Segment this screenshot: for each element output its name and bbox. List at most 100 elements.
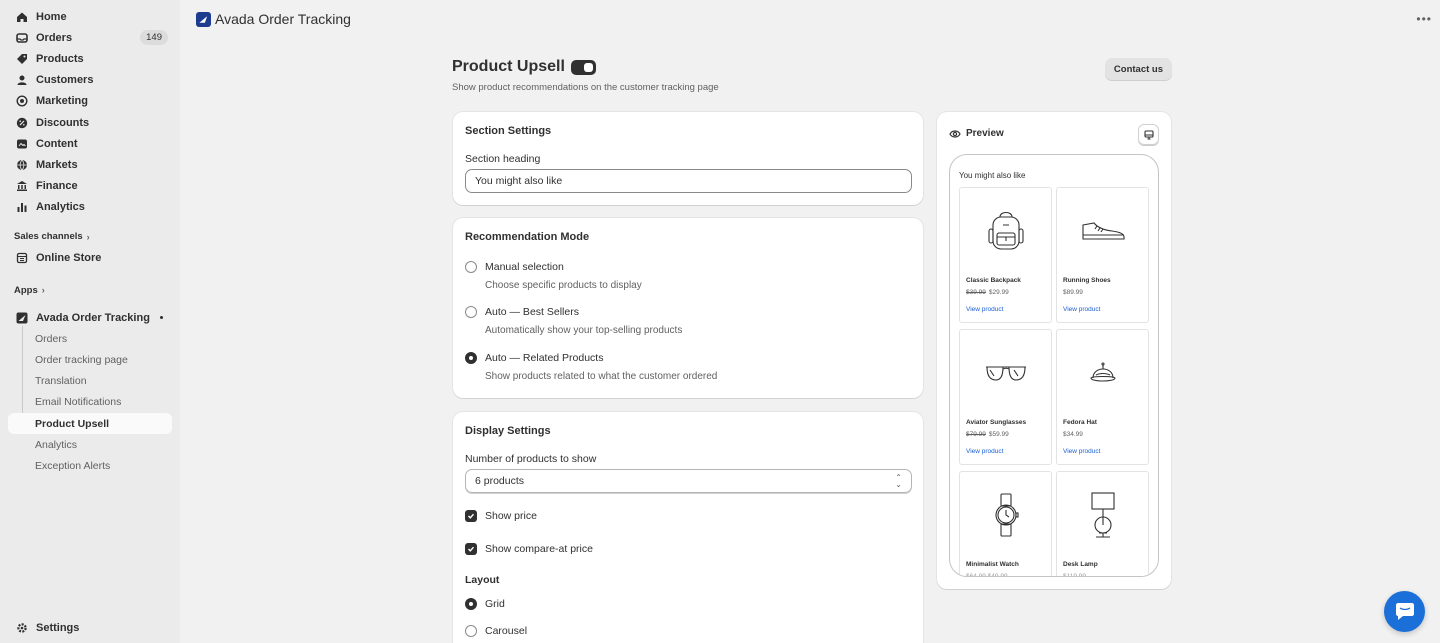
sidebar-item-orders[interactable]: Orders 149: [0, 27, 180, 48]
layout-label: Layout: [465, 574, 500, 586]
sidebar-item-markets[interactable]: Markets: [0, 154, 180, 175]
radio-button-selected[interactable]: [465, 352, 477, 364]
gear-icon: [16, 622, 28, 634]
mode-option-related[interactable]: Auto — Related Products Show products re…: [465, 352, 717, 382]
radio-button[interactable]: [465, 306, 477, 318]
product-name: Fedora Hat: [1063, 419, 1097, 426]
contact-us-button[interactable]: Contact us: [1104, 58, 1172, 81]
product-price-row: $34.99: [1063, 431, 1083, 438]
product-price: $29.99: [988, 289, 1009, 296]
sub-item-analytics[interactable]: Analytics: [0, 434, 180, 455]
option-help: Choose specific products to display: [485, 280, 642, 291]
store-icon: [16, 252, 28, 264]
apps-label: Apps: [14, 284, 38, 296]
more-actions-icon[interactable]: •••: [1416, 12, 1432, 26]
bar-chart-icon: [16, 201, 28, 213]
sidebar-item-home[interactable]: Home: [0, 6, 180, 27]
mode-option-manual[interactable]: Manual selection Choose specific product…: [465, 261, 642, 291]
sidebar: Home Orders 149 Products Customers Marke…: [0, 0, 180, 643]
sub-item-orders[interactable]: Orders: [0, 328, 180, 349]
sidebar-item-discounts[interactable]: Discounts: [0, 112, 180, 133]
sub-item-order-tracking-page[interactable]: Order tracking page: [0, 349, 180, 370]
app-status-dot: [160, 316, 163, 320]
watch-icon: [960, 472, 1051, 557]
sales-channels-label: Sales channels: [14, 231, 83, 243]
product-price: $59.99: [988, 431, 1009, 438]
orders-icon: [16, 32, 28, 44]
sidebar-item-label: Online Store: [36, 252, 102, 265]
layout-option-carousel[interactable]: Carousel: [465, 625, 527, 637]
show-compare-price-checkbox-row[interactable]: Show compare-at price: [465, 543, 593, 555]
sidebar-item-avada-app[interactable]: Avada Order Tracking: [0, 307, 180, 328]
option-help: Show products related to what the custom…: [485, 371, 718, 382]
show-price-checkbox-row[interactable]: Show price: [465, 510, 537, 522]
preview-product-card: Desk Lamp $119.99: [1056, 471, 1149, 577]
option-help: Automatically show your top-selling prod…: [485, 325, 683, 336]
radio-button-selected[interactable]: [465, 598, 477, 610]
section-heading-input[interactable]: You might also like: [465, 169, 912, 193]
preview-product-card: Fedora Hat $34.99 View product: [1056, 329, 1149, 465]
home-icon: [16, 11, 28, 23]
sidebar-item-customers[interactable]: Customers: [0, 70, 180, 91]
sidebar-item-label: Marketing: [36, 95, 88, 108]
sidebar-item-analytics[interactable]: Analytics: [0, 197, 180, 218]
checkbox-checked[interactable]: [465, 543, 477, 555]
person-icon: [16, 74, 28, 86]
view-product-link[interactable]: View product: [1063, 448, 1100, 455]
sidebar-item-settings[interactable]: Settings: [16, 622, 79, 634]
device-toggle-button[interactable]: [1138, 124, 1159, 145]
sub-item-email-notifications[interactable]: Email Notifications: [0, 392, 180, 413]
view-product-link[interactable]: View product: [966, 306, 1003, 313]
avada-app-icon: [16, 312, 28, 324]
sidebar-item-content[interactable]: Content: [0, 133, 180, 154]
option-label: Auto — Related Products: [485, 352, 604, 364]
sidebar-item-online-store[interactable]: Online Store: [0, 248, 180, 269]
preview-section-heading: You might also like: [959, 171, 1026, 180]
product-price-row: $64.99 $49.99: [966, 573, 1008, 577]
sidebar-item-label: Markets: [36, 158, 78, 171]
sales-channels-heading[interactable]: Sales channels ›: [0, 226, 180, 248]
app-topbar: Avada Order Tracking: [196, 11, 351, 27]
desktop-icon: [1143, 129, 1154, 140]
sidebar-item-products[interactable]: Products: [0, 48, 180, 69]
mode-option-best-sellers[interactable]: Auto — Best Sellers Automatically show y…: [465, 306, 682, 336]
view-product-link[interactable]: View product: [966, 448, 1003, 455]
product-price: $89.99: [1063, 289, 1083, 296]
chevron-right-icon: ›: [41, 285, 45, 296]
section-settings-card: Section Settings Section heading You mig…: [453, 112, 923, 205]
product-count-label: Number of products to show: [465, 453, 597, 465]
sidebar-item-finance[interactable]: Finance: [0, 176, 180, 197]
option-label: Auto — Best Sellers: [485, 306, 579, 318]
bank-icon: [16, 180, 28, 192]
product-name: Minimalist Watch: [966, 561, 1019, 568]
sidebar-item-label: Analytics: [36, 201, 85, 214]
sub-item-exception-alerts[interactable]: Exception Alerts: [0, 455, 180, 476]
preview-header: Preview: [949, 128, 1004, 139]
app-logo-icon: [196, 11, 211, 27]
sub-item-product-upsell[interactable]: Product Upsell: [8, 413, 172, 435]
product-price-row: $79.99 $59.99: [966, 431, 1009, 438]
sidebar-item-label: Home: [36, 10, 67, 23]
checkbox-checked[interactable]: [465, 510, 477, 522]
layout-option-grid[interactable]: Grid: [465, 598, 505, 610]
sunglasses-icon: [960, 330, 1051, 415]
product-price-row: $119.99: [1063, 573, 1087, 577]
option-label: Carousel: [485, 625, 528, 637]
content-icon: [16, 138, 28, 150]
product-price-row: $89.99: [1063, 289, 1083, 296]
preview-title: Preview: [966, 128, 1004, 139]
preview-product-card: Aviator Sunglasses $79.99 $59.99 View pro…: [959, 329, 1052, 465]
product-name: Aviator Sunglasses: [966, 419, 1027, 426]
chat-support-button[interactable]: [1384, 591, 1425, 632]
backpack-icon: [960, 188, 1051, 273]
sidebar-item-marketing[interactable]: Marketing: [0, 91, 180, 112]
chevron-right-icon: ›: [86, 231, 90, 242]
sub-item-translation[interactable]: Translation: [0, 371, 180, 392]
app-title: Avada Order Tracking: [215, 11, 351, 27]
radio-button[interactable]: [465, 261, 477, 273]
product-count-select[interactable]: 6 products ⌃ ⌄: [465, 469, 912, 493]
view-product-link[interactable]: View product: [1063, 306, 1100, 313]
apps-heading[interactable]: Apps ›: [0, 279, 180, 301]
radio-button[interactable]: [465, 625, 477, 637]
enable-toggle[interactable]: [570, 59, 596, 75]
